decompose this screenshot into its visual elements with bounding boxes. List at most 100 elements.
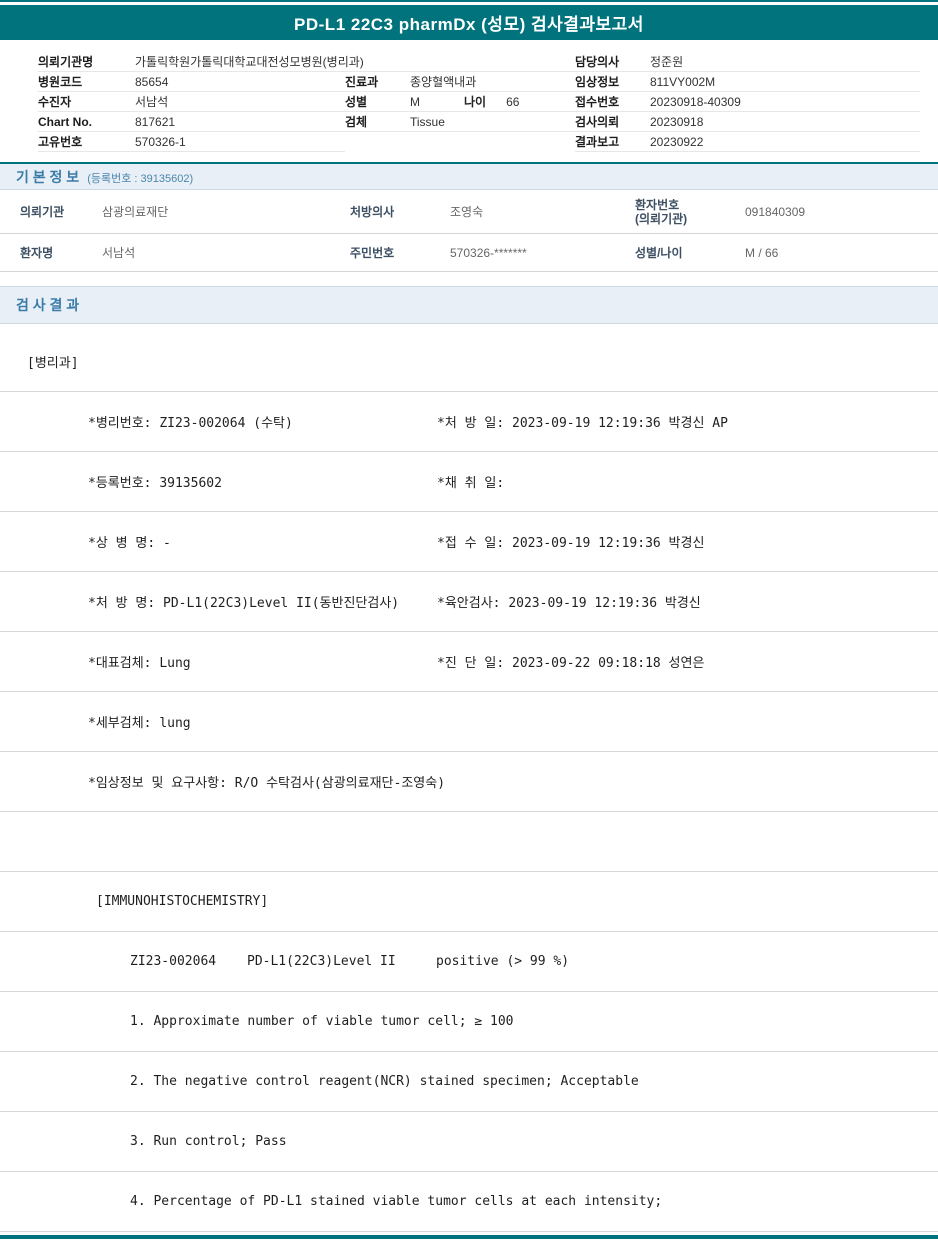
- diagnosis-date: *진 단 일: 2023-09-22 09:18:18 성연은: [437, 656, 705, 671]
- field-department: 진료과 종양혈액내과: [345, 72, 575, 92]
- bottom-divider: [0, 1235, 938, 1239]
- top-divider: [0, 0, 938, 2]
- unique-no-value: 570326-1: [135, 134, 186, 149]
- result-detail-row: *세부검체: lung: [0, 692, 938, 752]
- sex-age-value: M / 66: [745, 245, 779, 260]
- ihc-section-label: [IMMUNOHISTOCHEMISTRY]: [96, 894, 269, 909]
- patient-name-value: 서남석: [135, 95, 169, 109]
- field-attending-doctor: 담당의사 정준원: [575, 52, 920, 72]
- results-title: 검 사 결 과: [16, 297, 80, 313]
- patient-header-row: 병원코드 85654 진료과 종양혈액내과 임상정보 811VY002M: [38, 72, 920, 92]
- ihc-test-name: PD-L1(22C3)Level II: [247, 954, 396, 969]
- sex-label: 성별: [345, 95, 368, 109]
- prescribing-doctor-label: 처방의사: [350, 205, 395, 219]
- report-date-value: 20230922: [650, 134, 704, 149]
- patient-header: 의뢰기관명 가톨릭학원가톨릭대학교대전성모병원(병리과) 담당의사 정준원 병원…: [0, 40, 938, 162]
- receipt-no-label: 접수번호: [575, 95, 620, 109]
- ihc-finding-row: 2. The negative control reagent(NCR) sta…: [0, 1052, 938, 1112]
- field-specimen: 검체 Tissue: [345, 112, 575, 132]
- resident-no-label: 주민번호: [350, 246, 395, 260]
- requesting-org-value: 가톨릭학원가톨릭대학교대전성모병원(병리과): [135, 55, 364, 69]
- field-request-date: 검사의뢰 20230918: [575, 112, 920, 132]
- department-row: [병리과]: [0, 324, 938, 392]
- patient-no-value: 091840309: [745, 204, 806, 219]
- basic-info-registration-no: (등록번호 : 39135602): [87, 172, 194, 185]
- request-date-value: 20230918: [650, 114, 704, 129]
- patient-header-row: 의뢰기관명 가톨릭학원가톨릭대학교대전성모병원(병리과) 담당의사 정준원: [38, 52, 920, 72]
- diagnosis-name: *상 병 명: -: [88, 536, 171, 551]
- field-chart-no: Chart No. 817621: [38, 112, 345, 132]
- order-name: *처 방 명: PD-L1(22C3)Level II(동반진단검사): [88, 596, 400, 611]
- attending-doctor-value: 정준원: [650, 55, 684, 69]
- patient-no-label-line1: 환자번호: [635, 197, 680, 212]
- hospital-code-label: 병원코드: [38, 75, 83, 89]
- patient-no-label-line2: (의뢰기관): [635, 211, 688, 226]
- ihc-section-row: [IMMUNOHISTOCHEMISTRY]: [0, 872, 938, 932]
- basic-info-title: 기 본 정 보: [16, 168, 80, 185]
- age-value: 66: [506, 94, 520, 109]
- specimen-label: 검체: [345, 115, 368, 129]
- pathology-no: *병리번호: ZI23-002064 (수탁): [88, 416, 293, 431]
- patient-name-label: 수진자: [38, 95, 72, 109]
- result-detail-row: *등록번호: 39135602 *채 취 일:: [0, 452, 938, 512]
- ihc-specimen-no: ZI23-002064: [130, 954, 217, 969]
- patient-header-row: 고유번호 570326-1 결과보고 20230922: [38, 132, 920, 152]
- patient-name-label: 환자명: [20, 246, 54, 260]
- attending-doctor-label: 담당의사: [575, 55, 620, 69]
- field-patient-name: 수진자 서남석: [38, 92, 345, 112]
- prescribing-doctor-value: 조영숙: [450, 205, 484, 219]
- table-row: 환자명 서남석 주민번호 570326-******* 성별/나이 M / 66: [0, 234, 938, 272]
- report-title-banner: PD-L1 22C3 pharmDx (성모) 검사결과보고서: [0, 5, 938, 40]
- result-detail-row: *임상정보 및 요구사항: R/O 수탁검사(삼광의료재단-조영숙): [0, 752, 938, 812]
- age-label: 나이: [464, 95, 487, 109]
- gross-exam-date: *육안검사: 2023-09-19 12:19:36 박경신: [437, 596, 701, 611]
- result-detail-row: *처 방 명: PD-L1(22C3)Level II(동반진단검사) *육안검…: [0, 572, 938, 632]
- department-value: 종양혈액내과: [410, 75, 477, 89]
- requesting-org-label: 의뢰기관명: [38, 55, 94, 69]
- clinical-info-label: 임상정보: [575, 75, 620, 89]
- chart-no-value: 817621: [135, 114, 176, 129]
- ihc-finding-3: 3. Run control; Pass: [130, 1134, 287, 1149]
- clinical-info-value: 811VY002M: [650, 74, 716, 89]
- patient-header-row: Chart No. 817621 검체 Tissue 검사의뢰 20230918: [38, 112, 920, 132]
- request-date-label: 검사의뢰: [575, 115, 620, 129]
- ihc-result-row: ZI23-002064 PD-L1(22C3)Level II positive…: [0, 932, 938, 992]
- patient-name-value: 서남석: [102, 246, 136, 260]
- collection-date: *채 취 일:: [437, 476, 505, 491]
- empty-row: [0, 812, 938, 872]
- result-detail-row: *병리번호: ZI23-002064 (수탁) *처 방 일: 2023-09-…: [0, 392, 938, 452]
- main-specimen: *대표검체: Lung: [88, 656, 191, 671]
- field-report-date: 결과보고 20230922: [575, 132, 920, 152]
- department-tag: [병리과]: [27, 356, 79, 371]
- ihc-finding-row: 3. Run control; Pass: [0, 1112, 938, 1172]
- ihc-finding-1: 1. Approximate number of viable tumor ce…: [130, 1014, 514, 1029]
- patient-header-row: 수진자 서남석 성별 M 나이 66 접수번호 20230918-40309: [38, 92, 920, 112]
- specimen-value: Tissue: [410, 114, 445, 129]
- field-unique-no: 고유번호 570326-1: [38, 132, 345, 152]
- ihc-finding-row: 1. Approximate number of viable tumor ce…: [0, 992, 938, 1052]
- report-title: PD-L1 22C3 pharmDx (성모) 검사결과보고서: [294, 15, 644, 34]
- ihc-finding-row: 4. Percentage of PD-L1 stained viable tu…: [0, 1172, 938, 1232]
- department-label: 진료과: [345, 75, 379, 89]
- basic-info-section-header: 기 본 정 보 (등록번호 : 39135602): [0, 164, 938, 190]
- clinical-request-info: *임상정보 및 요구사항: R/O 수탁검사(삼광의료재단-조영숙): [88, 776, 446, 791]
- sex-value: M: [410, 94, 420, 109]
- receipt-no-value: 20230918-40309: [650, 94, 741, 109]
- sex-age-label: 성별/나이: [635, 246, 683, 260]
- field-hospital-code: 병원코드 85654: [38, 72, 345, 92]
- unique-no-label: 고유번호: [38, 135, 83, 149]
- ihc-finding-2: 2. The negative control reagent(NCR) sta…: [130, 1074, 639, 1089]
- referral-org-value: 삼광의료재단: [102, 205, 169, 219]
- basic-info-table: 의뢰기관 삼광의료재단 처방의사 조영숙 환자번호 (의뢰기관) 0918403…: [0, 190, 938, 272]
- sub-specimen: *세부검체: lung: [88, 716, 191, 731]
- hospital-code-value: 85654: [135, 74, 169, 89]
- order-date: *처 방 일: 2023-09-19 12:19:36 박경신 AP: [437, 416, 728, 431]
- result-detail-row: *상 병 명: - *접 수 일: 2023-09-19 12:19:36 박경…: [0, 512, 938, 572]
- report-date-label: 결과보고: [575, 135, 620, 149]
- field-clinical-info: 임상정보 811VY002M: [575, 72, 920, 92]
- ihc-finding-4: 4. Percentage of PD-L1 stained viable tu…: [130, 1194, 663, 1209]
- results-section-header: 검 사 결 과: [0, 286, 938, 324]
- receipt-date: *접 수 일: 2023-09-19 12:19:36 박경신: [437, 536, 705, 551]
- report-page: PD-L1 22C3 pharmDx (성모) 검사결과보고서 의뢰기관명 가톨…: [0, 0, 938, 1239]
